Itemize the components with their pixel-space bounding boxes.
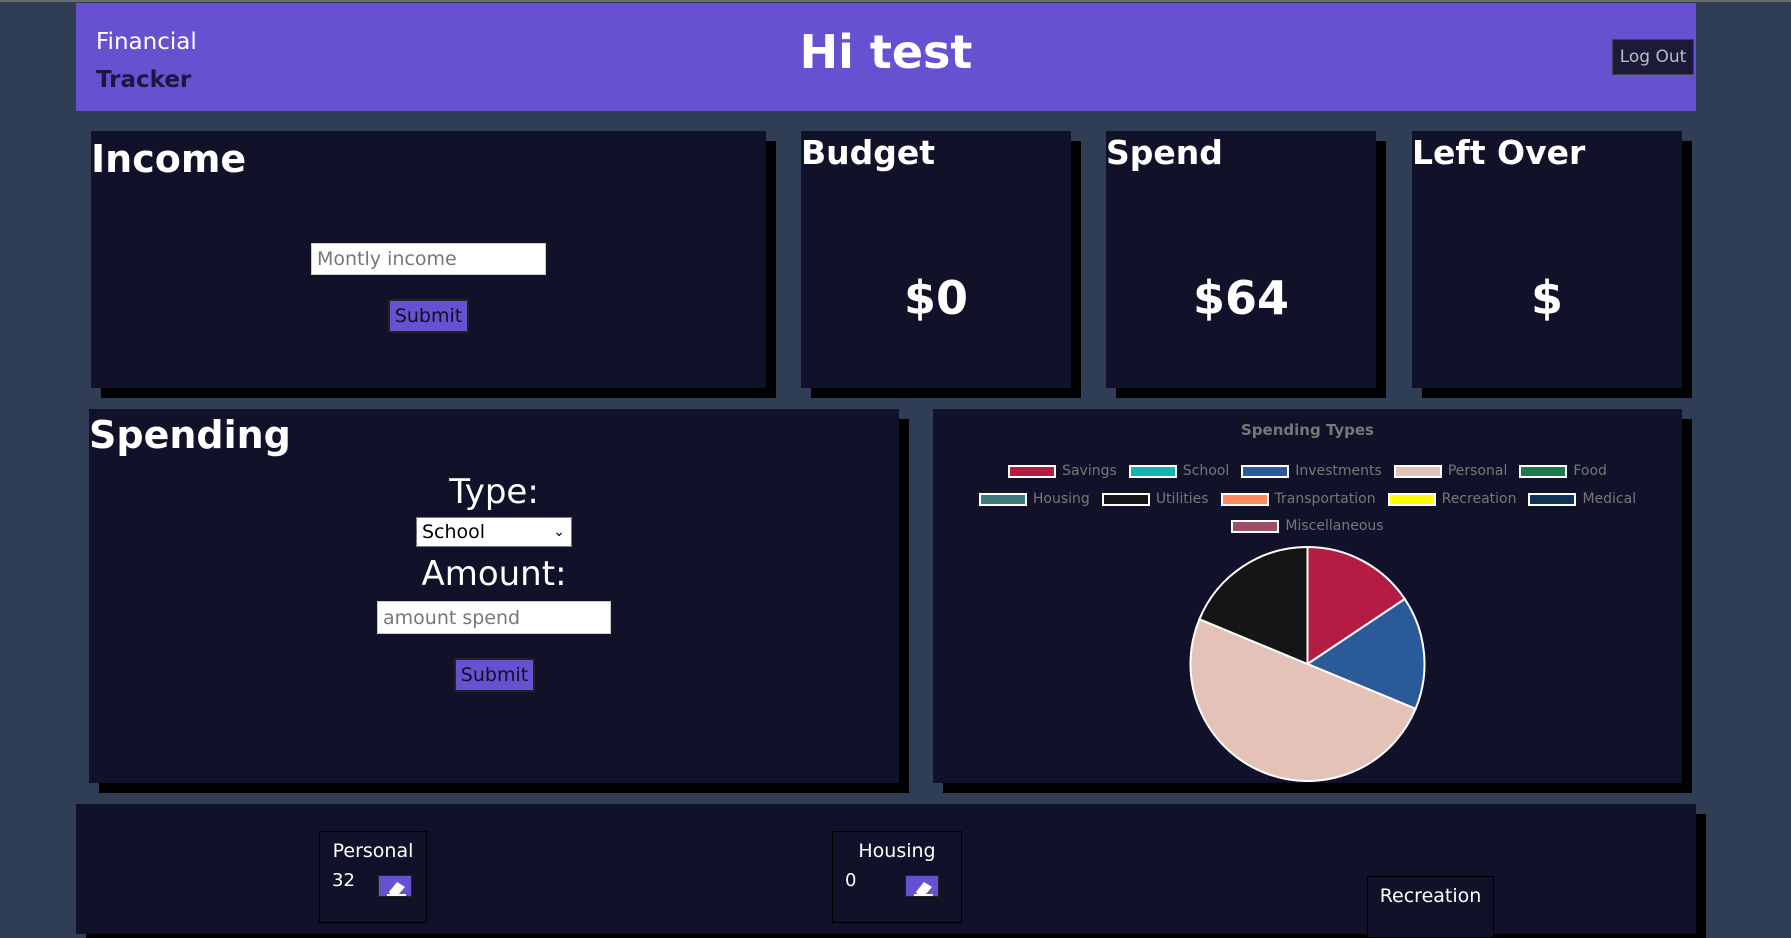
leftover-value: $ <box>1530 271 1563 325</box>
spending-submit-button[interactable]: Submit <box>454 658 535 692</box>
amount-input[interactable] <box>377 601 611 634</box>
spend-item-housing: Housing 0 <box>832 831 962 923</box>
spend-items-panel: Personal 32 Housing 0 Recreation <box>76 804 1696 938</box>
income-submit-button[interactable]: Submit <box>388 299 469 333</box>
spending-type-selected: School <box>422 521 486 543</box>
spend-item-value: 32 <box>332 870 355 891</box>
leftover-title: Left Over <box>1412 133 1586 172</box>
spend-item-title: Personal <box>332 840 414 862</box>
spend-item-recreation: Recreation <box>1367 876 1494 938</box>
spend-value: $64 <box>1192 271 1290 325</box>
spend-item-title: Housing <box>858 840 936 862</box>
spending-type-select[interactable]: School ⌄ <box>416 517 572 547</box>
spend-item-title: Recreation <box>1379 885 1482 907</box>
eraser-icon <box>914 882 933 896</box>
app-header: Financial Tracker Hi test Log Out <box>76 3 1696 111</box>
delete-item-button[interactable] <box>378 875 412 897</box>
spend-title: Spend <box>1106 133 1223 172</box>
budget-value: $0 <box>903 271 968 325</box>
greeting-title: Hi test <box>799 25 973 79</box>
spend-card: Spend $64 <box>1106 131 1376 388</box>
budget-card: Budget $0 <box>801 131 1071 388</box>
income-title: Income <box>91 137 247 181</box>
eraser-icon <box>387 882 406 896</box>
spend-item-personal: Personal 32 <box>319 831 427 923</box>
amount-label: Amount: <box>421 554 567 594</box>
spending-card: Spending Type: School ⌄ Amount: Submit <box>89 409 899 783</box>
chevron-down-icon: ⌄ <box>553 524 565 540</box>
delete-item-button[interactable] <box>905 875 939 897</box>
spending-title: Spending <box>89 413 291 457</box>
monthly-income-input[interactable] <box>311 243 546 275</box>
budget-title: Budget <box>801 133 936 172</box>
spending-chart-card: Spending Types Savings School Investments P… <box>933 409 1682 783</box>
spend-item-value: 0 <box>845 870 857 891</box>
type-label: Type: <box>449 472 539 512</box>
income-card: Income Submit <box>91 131 766 388</box>
leftover-card: Left Over $ <box>1412 131 1682 388</box>
pie-chart <box>1189 545 1426 782</box>
window-top-border <box>0 0 1791 2</box>
logout-button[interactable]: Log Out <box>1612 39 1694 75</box>
